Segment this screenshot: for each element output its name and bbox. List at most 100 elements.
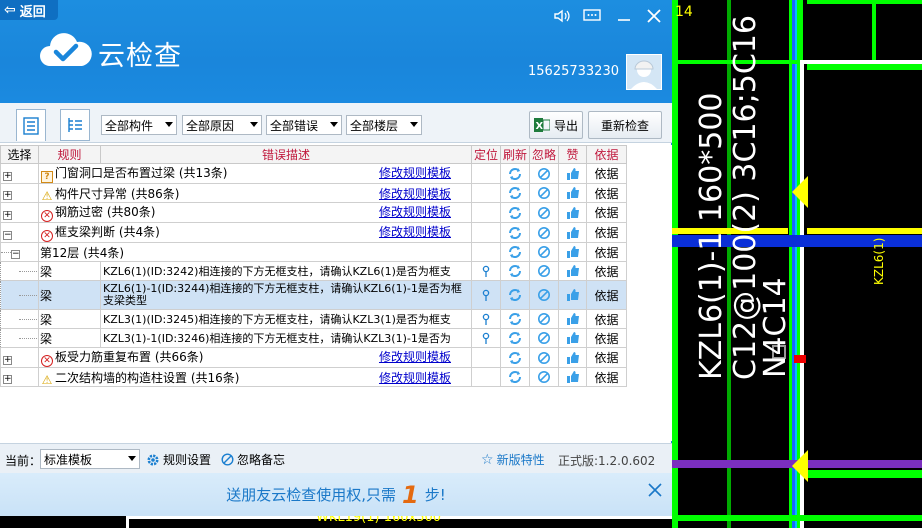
table-row-issue[interactable]: 梁 KZL3(1)-1(ID:3246)相连接的下方无框支柱，请确认KZL3(1)… bbox=[0, 328, 627, 348]
refresh-icon[interactable] bbox=[508, 264, 522, 278]
back-button[interactable]: ⇦ 返回 bbox=[0, 0, 58, 20]
basis-link[interactable]: 依据 bbox=[594, 289, 618, 303]
floor-filter-select[interactable]: 全部楼层 bbox=[346, 115, 422, 135]
edit-rule-template-link[interactable]: 修改规则模板 bbox=[379, 349, 451, 366]
expand-toggle[interactable]: + bbox=[3, 375, 12, 384]
basis-link[interactable]: 依据 bbox=[594, 226, 618, 240]
like-icon[interactable] bbox=[566, 264, 580, 278]
refresh-icon[interactable] bbox=[508, 205, 522, 219]
recheck-label: 重新检查 bbox=[600, 118, 649, 133]
list-view-tab[interactable] bbox=[16, 109, 46, 141]
refresh-icon[interactable] bbox=[508, 288, 522, 302]
basis-link[interactable]: 依据 bbox=[594, 187, 618, 201]
message-icon[interactable] bbox=[582, 6, 602, 26]
edit-rule-template-link[interactable]: 修改规则模板 bbox=[379, 185, 451, 202]
expand-toggle[interactable]: + bbox=[3, 191, 12, 200]
edit-rule-template-link[interactable]: 修改规则模板 bbox=[379, 224, 451, 241]
table-row-rule-group[interactable]: +? 门窗洞口是否布置过梁 (共13条) 修改规则模板 依据 bbox=[0, 163, 627, 184]
locate-icon[interactable] bbox=[479, 288, 493, 302]
edit-rule-template-link[interactable]: 修改规则模板 bbox=[379, 204, 451, 221]
refresh-icon[interactable] bbox=[508, 331, 522, 345]
ignore-icon[interactable] bbox=[537, 264, 551, 278]
refresh-icon[interactable] bbox=[508, 350, 522, 364]
basis-link[interactable]: 依据 bbox=[594, 265, 618, 279]
expand-toggle[interactable]: + bbox=[3, 355, 12, 365]
basis-link[interactable]: 依据 bbox=[594, 206, 618, 220]
like-icon[interactable] bbox=[566, 205, 580, 219]
ignore-icon[interactable] bbox=[537, 288, 551, 302]
basis-link[interactable]: 依据 bbox=[594, 371, 618, 385]
refresh-icon[interactable] bbox=[508, 166, 522, 180]
basis-link[interactable]: 依据 bbox=[594, 313, 618, 327]
banner-close-icon[interactable] bbox=[648, 483, 662, 501]
component-filter-select[interactable]: 全部构件 bbox=[101, 115, 177, 135]
close-icon[interactable] bbox=[644, 6, 664, 26]
ignore-notes-button[interactable]: 忽略备忘 bbox=[221, 451, 285, 468]
invite-banner[interactable]: 送朋友云检查使用权,只需 1 步! bbox=[0, 473, 672, 516]
tree-view-tab[interactable] bbox=[60, 109, 90, 141]
locate-icon[interactable] bbox=[479, 312, 493, 326]
expand-toggle[interactable]: − bbox=[3, 230, 12, 240]
reason-filter-select[interactable]: 全部原因 bbox=[182, 115, 262, 135]
ignore-icon[interactable] bbox=[537, 370, 551, 384]
recheck-button[interactable]: 重新检查 bbox=[588, 111, 662, 139]
new-features-button[interactable]: ☆ 新版特性 bbox=[481, 451, 545, 468]
table-row-rule-group[interactable]: + ✕ 板受力筋重复布置 (共66条) 修改规则模板 依据 bbox=[0, 347, 627, 368]
table-row-rule-group[interactable]: + ✕ 钢筋过密 (共80条) 修改规则模板 依据 bbox=[0, 202, 627, 223]
export-button[interactable]: X 导出 bbox=[529, 111, 583, 139]
table-row-rule-group[interactable]: + ⚠ 构件尺寸异常 (共86条) 修改规则模板 依据 bbox=[0, 183, 627, 203]
like-icon[interactable] bbox=[566, 186, 580, 200]
expand-toggle[interactable]: + bbox=[3, 171, 12, 181]
locate-icon[interactable] bbox=[479, 264, 493, 278]
table-row-issue[interactable]: 梁 KZL6(1)(ID:3242)相连接的下方无框支柱，请确认KZL6(1)是否… bbox=[0, 261, 627, 281]
refresh-icon[interactable] bbox=[508, 312, 522, 326]
banner-step-count: 1 bbox=[402, 480, 419, 509]
template-select[interactable]: 标准模板 bbox=[40, 449, 140, 469]
question-icon: ? bbox=[41, 171, 53, 183]
table-row-rule-group[interactable]: + ⚠ 二次结构墙的构造柱设置 (共16条) 修改规则模板 依据 bbox=[0, 367, 627, 387]
ignore-icon[interactable] bbox=[537, 205, 551, 219]
like-icon[interactable] bbox=[566, 350, 580, 364]
basis-link[interactable]: 依据 bbox=[594, 167, 618, 181]
table-row-floor[interactable]: − 第12层 (共4条) 依据 bbox=[0, 242, 627, 262]
ignore-icon[interactable] bbox=[537, 331, 551, 345]
sound-icon[interactable] bbox=[552, 6, 572, 26]
ignore-icon[interactable] bbox=[537, 225, 551, 239]
basis-link[interactable]: 依据 bbox=[594, 246, 618, 260]
ignore-icon[interactable] bbox=[537, 312, 551, 326]
cad-label-n4c14: N4C14 bbox=[758, 277, 793, 378]
locate-icon[interactable] bbox=[479, 331, 493, 345]
table-row-rule-group[interactable]: − ✕ 框支梁判断 (共4条) 修改规则模板 依据 bbox=[0, 222, 627, 243]
avatar[interactable] bbox=[626, 54, 662, 90]
refresh-icon[interactable] bbox=[508, 186, 522, 200]
ignore-icon[interactable] bbox=[537, 245, 551, 259]
table-row-issue[interactable]: 梁 KZL6(1)-1(ID:3244)相连接的下方无框支柱，请确认KZL6(1)… bbox=[0, 280, 627, 310]
like-icon[interactable] bbox=[566, 370, 580, 384]
refresh-icon[interactable] bbox=[508, 225, 522, 239]
like-icon[interactable] bbox=[566, 312, 580, 326]
error-filter-select[interactable]: 全部错误 bbox=[266, 115, 342, 135]
rule-settings-button[interactable]: 规则设置 bbox=[146, 451, 211, 468]
like-icon[interactable] bbox=[566, 245, 580, 259]
table-row-issue[interactable]: 梁 KZL3(1)(ID:3245)相连接的下方无框支柱，请确认KZL3(1)是否… bbox=[0, 309, 627, 329]
component-type: 梁 bbox=[40, 312, 53, 327]
like-icon[interactable] bbox=[566, 225, 580, 239]
edit-rule-template-link[interactable]: 修改规则模板 bbox=[379, 369, 451, 386]
ignore-icon[interactable] bbox=[537, 186, 551, 200]
like-icon[interactable] bbox=[566, 166, 580, 180]
like-icon[interactable] bbox=[566, 288, 580, 302]
ignore-icon[interactable] bbox=[537, 350, 551, 364]
refresh-icon[interactable] bbox=[508, 370, 522, 384]
cad-canvas[interactable]: KZL6(1)-1 160*500 C12@100(2) 3C16;5C16 N… bbox=[672, 0, 922, 528]
issue-description: KZL6(1)(ID:3242)相连接的下方无框支柱，请确认KZL6(1)是否为… bbox=[103, 265, 451, 278]
like-icon[interactable] bbox=[566, 331, 580, 345]
expand-toggle[interactable]: + bbox=[3, 210, 12, 220]
basis-link[interactable]: 依据 bbox=[594, 332, 618, 346]
expand-toggle[interactable]: − bbox=[11, 250, 20, 259]
ignore-icon[interactable] bbox=[537, 166, 551, 180]
basis-link[interactable]: 依据 bbox=[594, 351, 618, 365]
minimize-icon[interactable] bbox=[614, 6, 634, 26]
user-phone: 15625733230 bbox=[528, 64, 619, 79]
edit-rule-template-link[interactable]: 修改规则模板 bbox=[379, 165, 451, 182]
refresh-icon[interactable] bbox=[508, 245, 522, 259]
